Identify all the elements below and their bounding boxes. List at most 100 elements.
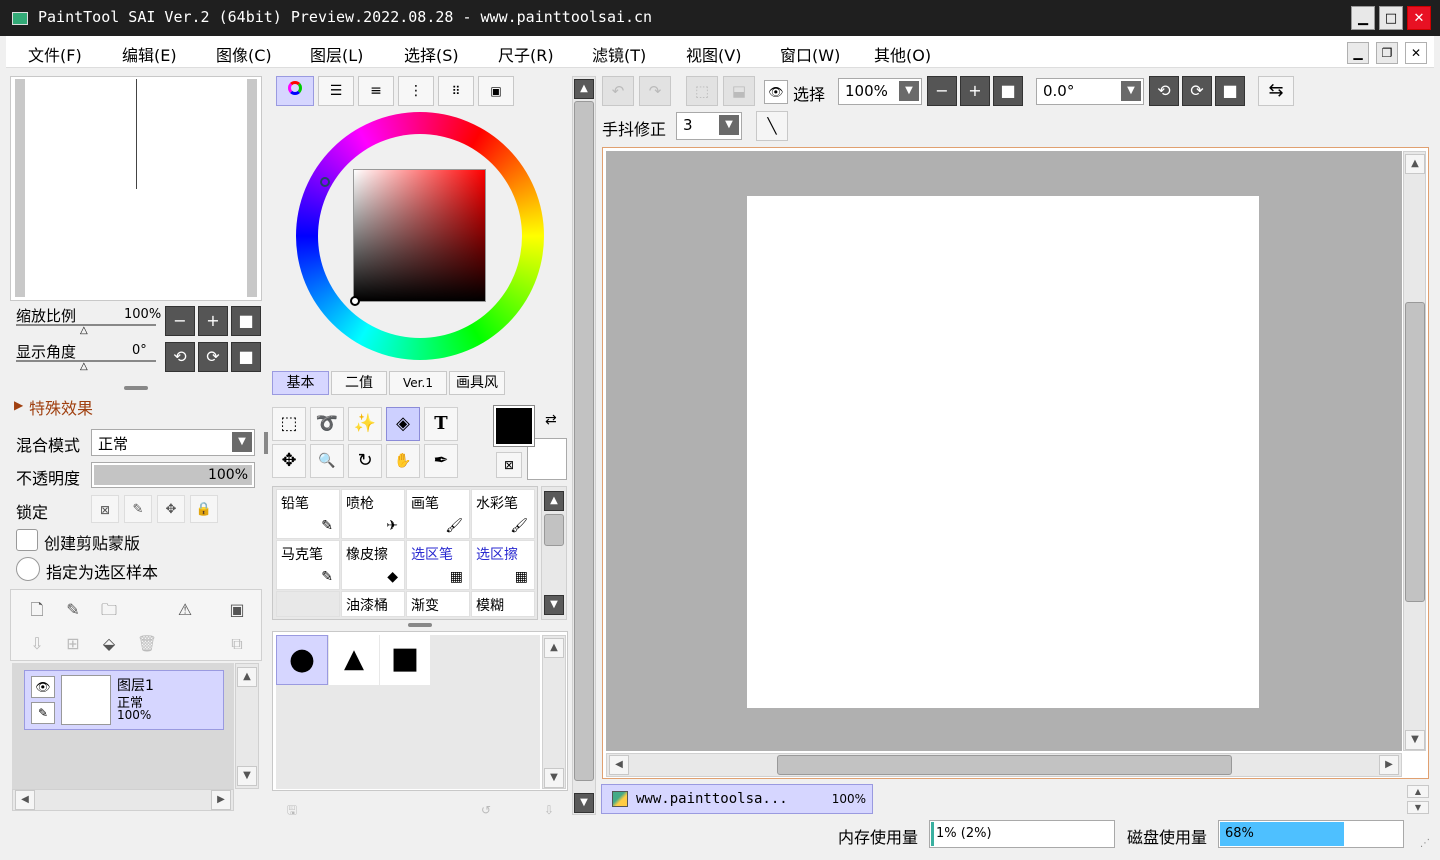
scroll-up-icon[interactable]: ▲ (1405, 154, 1425, 174)
lock-transparency-icon[interactable]: ⊠ (91, 495, 119, 523)
zoom-reset-button-top[interactable]: ■ (993, 76, 1023, 106)
brush-grid-scrollbar[interactable]: ▲ ▼ (541, 486, 567, 620)
brush-marker[interactable]: 马克笔 ✎ (276, 540, 340, 590)
duplicate-layer-icon[interactable]: ⊞ (59, 630, 87, 658)
mdi-close-button[interactable]: ✕ (1405, 42, 1427, 64)
scroll-right-icon[interactable]: ▶ (1379, 755, 1399, 775)
scroll-thumb[interactable] (777, 755, 1232, 775)
lock-move-icon[interactable]: ✥ (157, 495, 185, 523)
brush-gradient[interactable]: 渐变 (406, 591, 470, 617)
redo-button[interactable]: ↷ (639, 76, 671, 106)
menu-other[interactable]: 其他(O) (874, 42, 931, 66)
brush-watercolor[interactable]: 水彩笔 🖌 (471, 489, 535, 539)
brush-select-pen[interactable]: 选区笔 ▦ (406, 540, 470, 590)
rotate-reset-button-top[interactable]: ■ (1215, 76, 1245, 106)
menu-file[interactable]: 文件(F) (28, 42, 82, 66)
brush-eraser[interactable]: 橡皮擦 ◆ (341, 540, 405, 590)
scroll-left-icon[interactable]: ◀ (609, 755, 629, 775)
canvas-hscrollbar[interactable]: ◀ ▶ (606, 753, 1402, 777)
layer-row[interactable]: 👁 ✎ 图层1 正常 100% (24, 670, 224, 730)
scroll-up-icon[interactable]: ▲ (544, 491, 564, 511)
transparent-color-icon[interactable]: ⊠ (496, 452, 522, 478)
rotate-ccw-button[interactable]: ⟲ (165, 342, 195, 372)
expand-arrow-icon[interactable]: ▶ (14, 398, 23, 412)
minimize-button[interactable]: ▁ (1351, 6, 1375, 30)
triangle-shape[interactable]: ▲ (329, 635, 379, 685)
rect-select-tool[interactable]: ⬚ (272, 407, 306, 441)
invert-select-button[interactable]: ⬓ (723, 76, 755, 106)
new-linework-layer-icon[interactable]: ✎ (59, 596, 87, 624)
tab-scroll-down-icon[interactable]: ▼ (1407, 801, 1429, 814)
zoom-tool[interactable]: 🔍 (310, 444, 344, 478)
menu-view[interactable]: 视图(V) (686, 42, 741, 66)
maximize-button[interactable]: □ (1379, 6, 1403, 30)
angle-slider-thumb[interactable]: △ (80, 361, 88, 372)
new-layer-icon[interactable]: 🗋 (23, 596, 51, 624)
rotate-cw-button[interactable]: ⟳ (198, 342, 228, 372)
zoom-in-button[interactable]: + (198, 306, 228, 336)
tab-binary[interactable]: 二值 (331, 371, 387, 395)
tab-scroll-up-icon[interactable]: ▲ (1407, 785, 1429, 798)
scroll-left-icon[interactable]: ◀ (15, 790, 35, 810)
merge-down-icon[interactable]: ⇩ (23, 630, 51, 658)
shape-panel-scrollbar[interactable]: ▲ ▼ (542, 635, 566, 789)
layer-list-hscrollbar[interactable]: ◀ ▶ (12, 789, 234, 811)
new-folder-icon[interactable]: 🗀 (95, 596, 123, 624)
undo-button[interactable]: ↶ (602, 76, 634, 106)
scroll-down-icon[interactable]: ▼ (544, 768, 564, 788)
rotate-ccw-button-top[interactable]: ⟲ (1149, 76, 1179, 106)
zoom-combo[interactable]: 100% ▼ (838, 78, 922, 105)
scroll-thumb[interactable] (1405, 302, 1425, 602)
move-tool[interactable]: ✥ (272, 444, 306, 478)
close-button[interactable]: ✕ (1407, 6, 1431, 30)
color-mixer-tab[interactable]: ⋮ (398, 76, 434, 106)
mdi-minimize-button[interactable]: ▁ (1347, 42, 1369, 64)
scroll-right-icon[interactable]: ▶ (211, 790, 231, 810)
clip-mask-checkbox[interactable] (16, 529, 38, 551)
swap-colors-icon[interactable]: ⇄ (545, 412, 557, 428)
menu-layer[interactable]: 图层(L) (310, 42, 363, 66)
layer-list-scrollbar[interactable]: ▲ ▼ (235, 663, 259, 789)
square-shape[interactable]: ■ (380, 635, 430, 685)
canvas-vscrollbar[interactable]: ▲ ▼ (1403, 151, 1426, 751)
zoom-reset-button[interactable]: ■ (231, 306, 261, 336)
hand-tool[interactable]: ✋ (386, 444, 420, 478)
scroll-down-icon[interactable]: ▼ (574, 793, 594, 813)
rgb-slider-tab[interactable]: ☰ (318, 76, 354, 106)
straight-line-button[interactable]: ╲ (756, 111, 788, 141)
resize-grip-icon[interactable]: ⋰ (1420, 838, 1430, 849)
lock-all-icon[interactable]: 🔒 (190, 495, 218, 523)
lasso-tool[interactable]: ➰ (310, 407, 344, 441)
rotate-reset-button[interactable]: ■ (231, 342, 261, 372)
circle-shape[interactable]: ● (276, 635, 328, 685)
scroll-thumb[interactable] (544, 514, 564, 546)
primary-color-swatch[interactable] (493, 405, 535, 447)
rotate-cw-button-top[interactable]: ⟳ (1182, 76, 1212, 106)
canvas-viewport[interactable] (606, 151, 1402, 751)
scroll-thumb[interactable] (574, 101, 594, 781)
zoom-out-button[interactable]: − (165, 306, 195, 336)
lock-paint-icon[interactable]: ✎ (124, 495, 152, 523)
shape-import-icon[interactable]: ⇩ (535, 796, 563, 824)
visibility-eye-icon[interactable]: 👁 (31, 676, 55, 698)
menu-filter[interactable]: 滤镜(T) (592, 42, 646, 66)
navigator-preview[interactable] (10, 76, 262, 301)
scroll-down-icon[interactable]: ▼ (1405, 730, 1425, 750)
tab-painter-style[interactable]: 画具风 (449, 371, 505, 395)
hue-picker[interactable] (320, 177, 330, 187)
shape-save-icon[interactable]: 🖫 (278, 796, 306, 824)
selection-sample-checkbox[interactable] (16, 557, 40, 581)
color-wheel-tab[interactable] (276, 76, 314, 106)
saturation-value-square[interactable] (353, 169, 486, 302)
brush-pencil[interactable]: 铅笔 ✎ (276, 489, 340, 539)
layer-edit-pencil-icon[interactable]: ✎ (31, 702, 55, 724)
effects-label[interactable]: 特殊效果 (29, 395, 93, 419)
scroll-up-icon[interactable]: ▲ (237, 667, 257, 687)
brush-empty[interactable] (276, 591, 340, 617)
document-tab[interactable]: www.painttoolsa... 100% (601, 784, 873, 814)
flip-horizontal-button[interactable]: ⇆ (1258, 76, 1294, 106)
opacity-slider[interactable]: 100% (91, 462, 255, 488)
magic-wand-tool[interactable]: ✨ (348, 407, 382, 441)
scroll-down-icon[interactable]: ▼ (237, 766, 257, 786)
layer-mask-icon[interactable]: ▣ (223, 596, 251, 624)
